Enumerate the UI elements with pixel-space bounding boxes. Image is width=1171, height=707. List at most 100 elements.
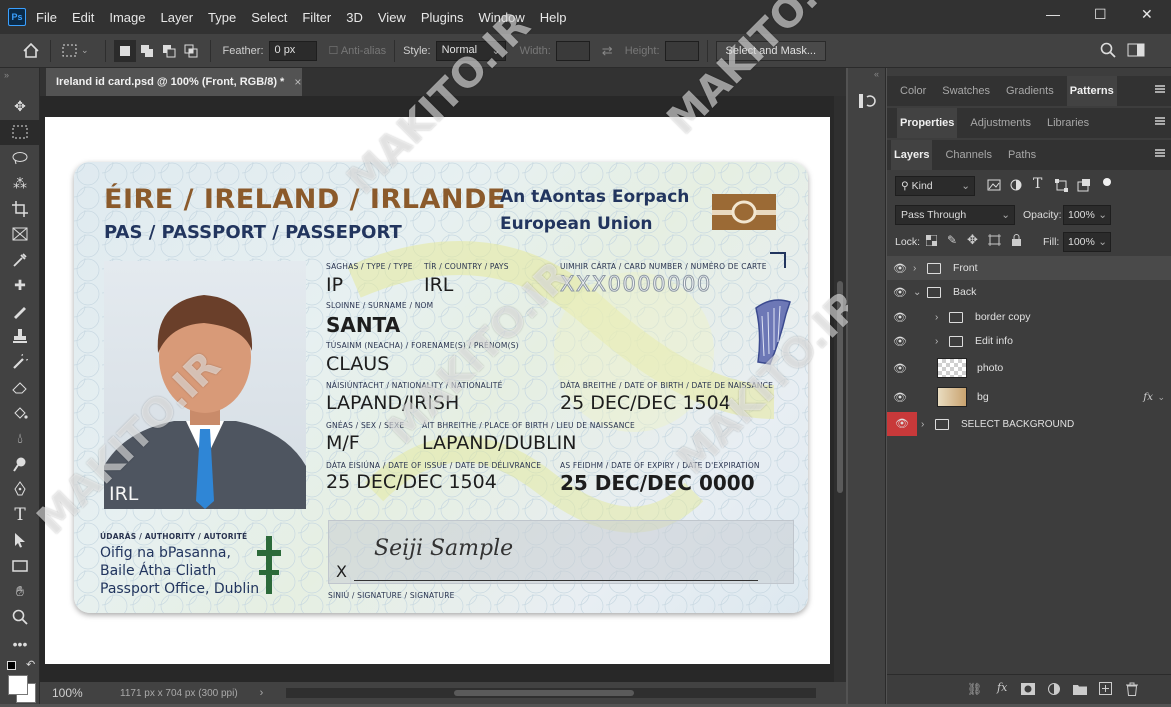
lock-all-icon[interactable] xyxy=(1011,233,1022,249)
add-to-selection-icon[interactable] xyxy=(136,40,158,62)
select-and-mask-button[interactable]: Select and Mask... xyxy=(715,40,827,61)
search-icon[interactable] xyxy=(1100,42,1116,61)
chevron-down-icon[interactable]: ⌄ xyxy=(913,287,927,298)
crop-tool-icon[interactable] xyxy=(0,196,40,222)
new-group-icon[interactable] xyxy=(1073,683,1087,698)
menu-3d[interactable]: 3D xyxy=(346,10,363,25)
clone-stamp-tool-icon[interactable] xyxy=(0,324,40,350)
layer-row-front[interactable]: 👁︎ › Front xyxy=(887,256,1171,280)
brush-tool-icon[interactable] xyxy=(0,298,40,324)
rectangle-tool-icon[interactable] xyxy=(0,553,40,579)
collapse-toolbar-icon[interactable]: » xyxy=(0,68,39,94)
eye-icon[interactable]: 👁︎ xyxy=(887,412,917,436)
horizontal-scrollbar[interactable] xyxy=(286,688,816,698)
add-mask-icon[interactable] xyxy=(1021,683,1035,698)
chevron-right-icon[interactable]: › xyxy=(921,419,935,430)
fill-input[interactable]: 100% ⌄ xyxy=(1063,232,1111,252)
document-info[interactable]: 1171 px x 704 px (300 ppi) xyxy=(120,688,238,699)
tab-channels[interactable]: Channels xyxy=(942,140,994,170)
link-layers-icon[interactable]: ⛓︎ xyxy=(967,682,982,696)
adjustment-layer-icon[interactable] xyxy=(1048,683,1060,698)
tab-libraries[interactable]: Libraries xyxy=(1044,108,1092,138)
menu-plugins[interactable]: Plugins xyxy=(421,10,464,25)
scrollbar-thumb[interactable] xyxy=(454,690,634,696)
panel-menu-icon[interactable] xyxy=(1155,149,1165,157)
intersect-selection-icon[interactable] xyxy=(180,40,202,62)
lock-artboard-icon[interactable] xyxy=(988,234,1001,249)
magic-wand-tool-icon[interactable]: ⁂ xyxy=(0,171,40,197)
minimize-button[interactable]: — xyxy=(1046,6,1060,22)
maximize-button[interactable]: ☐ xyxy=(1094,6,1107,23)
opacity-input[interactable]: 100% ⌄ xyxy=(1063,205,1111,225)
width-input[interactable] xyxy=(555,40,590,61)
swap-arrows-icon[interactable]: ⇄ xyxy=(602,43,613,59)
path-selection-tool-icon[interactable] xyxy=(0,528,40,554)
close-tab-icon[interactable]: × xyxy=(294,75,301,89)
new-selection-icon[interactable] xyxy=(113,39,136,62)
tab-adjustments[interactable]: Adjustments xyxy=(967,108,1034,138)
tab-patterns[interactable]: Patterns xyxy=(1066,76,1117,106)
panel-menu-icon[interactable] xyxy=(1155,85,1165,93)
home-icon[interactable] xyxy=(20,40,42,62)
frame-tool-icon[interactable] xyxy=(0,222,40,248)
zoom-level[interactable]: 100% xyxy=(52,686,100,700)
style-select[interactable]: Normal ⌄ xyxy=(435,40,506,61)
tab-layers[interactable]: Layers xyxy=(891,140,933,170)
blur-tool-icon[interactable]: 💧︎ xyxy=(0,426,40,452)
new-layer-icon[interactable] xyxy=(1099,682,1112,698)
filter-toggle-icon[interactable] xyxy=(1103,178,1111,186)
eye-icon[interactable]: 👁︎ xyxy=(887,391,913,404)
menu-file[interactable]: File xyxy=(36,10,57,25)
hand-tool-icon[interactable]: ✋︎ xyxy=(0,579,40,605)
healing-brush-tool-icon[interactable]: ✚ xyxy=(0,273,40,299)
chevron-down-icon[interactable]: ⌄ xyxy=(1157,392,1165,403)
eyedropper-tool-icon[interactable] xyxy=(0,247,40,273)
marquee-tool-icon[interactable] xyxy=(0,119,40,145)
menu-image[interactable]: Image xyxy=(109,10,145,25)
layer-row-border-copy[interactable]: 👁︎ › border copy xyxy=(887,305,1171,329)
layer-row-photo[interactable]: 👁︎ photo xyxy=(887,355,1171,381)
eye-icon[interactable]: 👁︎ xyxy=(887,311,913,324)
zoom-tool-icon[interactable] xyxy=(0,604,40,630)
more-tools-icon[interactable]: ••• xyxy=(0,632,40,658)
menu-edit[interactable]: Edit xyxy=(72,10,94,25)
layer-effects-icon[interactable]: fx xyxy=(1143,391,1153,403)
menu-window[interactable]: Window xyxy=(478,10,524,25)
foreground-color-swatch[interactable] xyxy=(8,675,28,695)
eye-icon[interactable]: 👁︎ xyxy=(887,286,913,299)
height-input[interactable] xyxy=(664,40,699,61)
collapse-dock-icon[interactable]: « xyxy=(848,68,885,79)
smart-object-filter-icon[interactable] xyxy=(1077,179,1090,195)
pen-tool-icon[interactable] xyxy=(0,477,40,503)
document-tab[interactable]: Ireland id card.psd @ 100% (Front, RGB/8… xyxy=(46,68,302,96)
add-style-icon[interactable]: fx xyxy=(997,681,1007,694)
layer-row-back[interactable]: 👁︎ ⌄ Back xyxy=(887,280,1171,304)
vertical-scrollbar[interactable] xyxy=(834,96,846,682)
eraser-tool-icon[interactable] xyxy=(0,375,40,401)
menu-type[interactable]: Type xyxy=(208,10,236,25)
eye-icon[interactable]: 👁︎ xyxy=(887,335,913,348)
chevron-right-icon[interactable]: › xyxy=(913,263,927,274)
paint-bucket-tool-icon[interactable] xyxy=(0,400,40,426)
tab-color[interactable]: Color xyxy=(897,76,929,106)
swap-colors-icon[interactable]: ↶ xyxy=(26,658,35,671)
lasso-tool-icon[interactable] xyxy=(0,145,40,171)
menu-filter[interactable]: Filter xyxy=(302,10,331,25)
shape-filter-icon[interactable] xyxy=(1055,179,1068,195)
menu-help[interactable]: Help xyxy=(540,10,567,25)
layer-row-edit-info[interactable]: 👁︎ › Edit info xyxy=(887,329,1171,353)
delete-layer-icon[interactable] xyxy=(1126,682,1138,699)
lock-position-icon[interactable]: ✥ xyxy=(967,232,978,248)
workspace-icon[interactable] xyxy=(1127,43,1145,60)
layer-row-select-background[interactable]: 👁︎ › SELECT BACKGROUND xyxy=(887,412,1171,436)
menu-layer[interactable]: Layer xyxy=(161,10,194,25)
default-colors-icon[interactable] xyxy=(7,661,16,670)
lock-pixels-icon[interactable]: ✎ xyxy=(947,233,957,247)
layer-row-bg[interactable]: 👁︎ bg fx ⌄ xyxy=(887,384,1171,410)
subtract-selection-icon[interactable] xyxy=(158,40,180,62)
rect-marquee-preset-icon[interactable] xyxy=(59,40,81,62)
eye-icon[interactable]: 👁︎ xyxy=(887,262,913,275)
history-brush-tool-icon[interactable] xyxy=(0,349,40,375)
menu-select[interactable]: Select xyxy=(251,10,287,25)
panel-menu-icon[interactable] xyxy=(1155,117,1165,125)
